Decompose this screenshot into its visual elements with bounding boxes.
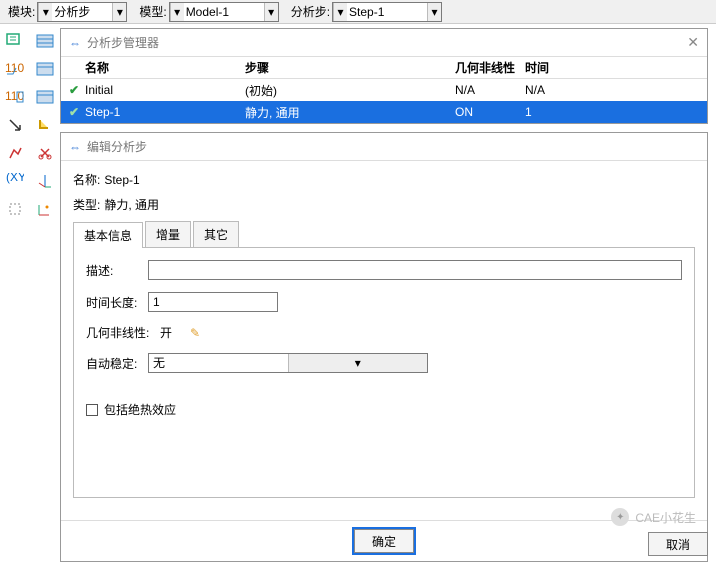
step-dropdown-label: 分析步:: [291, 3, 330, 20]
cell-step: (初始): [245, 82, 455, 99]
close-icon[interactable]: ✕: [687, 34, 699, 51]
table-row[interactable]: ✔ Initial (初始) N/A N/A: [61, 79, 707, 101]
top-toolbar: 模块: ▾ ▾ 模型: ▾ ▾ 分析步: ▾ ▾: [0, 0, 716, 24]
chevron-down-icon: ▾: [112, 3, 126, 21]
cell-step: 静力, 通用: [245, 104, 455, 121]
checkmark-icon: ✔: [69, 83, 85, 97]
type-value: 静力, 通用: [104, 196, 159, 213]
step-combo[interactable]: ▾ ▾: [332, 2, 442, 22]
dialog-icon: ⇔: [69, 36, 81, 50]
adiabatic-checkbox[interactable]: 包括绝热效应: [86, 401, 682, 418]
col-time: 时间: [525, 59, 585, 76]
autostab-dropdown[interactable]: 无 ▾: [148, 353, 428, 373]
col-name: 名称: [85, 59, 245, 76]
step-table: 名称 步骤 几何非线性 时间 ✔ Initial (初始) N/A N/A ✔ …: [61, 57, 707, 123]
chevron-down-icon: ▾: [288, 354, 428, 372]
tool-lshape-icon[interactable]: [33, 114, 57, 136]
svg-text:(XYZ): (XYZ): [6, 173, 24, 184]
tab-basic[interactable]: 基本信息: [73, 222, 143, 248]
tool-scissors-icon[interactable]: [33, 142, 57, 164]
tool-step-manager-icon[interactable]: [33, 30, 57, 52]
dialog-button-row: 确定: [61, 520, 707, 561]
chevron-down-icon: ▾: [427, 3, 441, 21]
tool-datum-axis-icon[interactable]: [33, 170, 57, 192]
tool-xyz-axes-icon[interactable]: (XYZ): [3, 170, 27, 192]
edit-step-titlebar: ⇔ 编辑分析步: [61, 133, 707, 161]
cell-nonlinear: ON: [455, 105, 525, 119]
cell-name: Step-1: [85, 105, 245, 119]
autostab-value: 无: [149, 354, 288, 372]
model-label: 模型:: [139, 3, 166, 20]
svg-text:11010: 11010: [5, 62, 25, 75]
main-area: ⇔ 分析步管理器 ✕ 名称 步骤 几何非线性 时间 ✔ Initial (初始)…: [60, 24, 716, 562]
model-value[interactable]: [184, 3, 264, 21]
tool-history-manager-icon[interactable]: [33, 86, 57, 108]
step-manager-titlebar: ⇔ 分析步管理器 ✕: [61, 29, 707, 57]
nlgeom-label: 几何非线性:: [86, 324, 160, 341]
dialog-icon: ⇔: [69, 140, 81, 154]
name-label: 名称:: [73, 171, 100, 188]
module-label: 模块:: [8, 3, 35, 20]
chevron-down-icon: ▾: [38, 3, 52, 21]
tab-increment[interactable]: 增量: [145, 221, 191, 247]
tool-column-right: [30, 24, 60, 562]
description-input[interactable]: [148, 260, 682, 280]
tab-pane-basic: 描述: 时间长度: 几何非线性: 开 ✎ 自动稳定:: [73, 248, 695, 498]
tool-wire-icon[interactable]: [3, 142, 27, 164]
module-combo[interactable]: ▾ ▾: [37, 2, 127, 22]
tab-other[interactable]: 其它: [193, 221, 239, 247]
tab-strip: 基本信息 增量 其它: [73, 221, 695, 248]
tool-column-left: 11010 11010 (XYZ): [0, 24, 30, 562]
col-step: 步骤: [245, 59, 455, 76]
table-header: 名称 步骤 几何非线性 时间: [61, 57, 707, 79]
checkbox-icon: [86, 404, 98, 416]
chevron-down-icon: ▾: [170, 3, 184, 21]
tool-history-output-icon[interactable]: 11010: [3, 86, 27, 108]
cell-nonlinear: N/A: [455, 83, 525, 97]
step-manager-dialog: ⇔ 分析步管理器 ✕ 名称 步骤 几何非线性 时间 ✔ Initial (初始)…: [60, 28, 708, 124]
table-row[interactable]: ✔ Step-1 静力, 通用 ON 1: [61, 101, 707, 123]
timelength-input[interactable]: [148, 292, 278, 312]
tool-datum-point-icon[interactable]: [33, 198, 57, 220]
cell-name: Initial: [85, 83, 245, 97]
col-nonlinear: 几何非线性: [455, 59, 525, 76]
tool-arrow-icon[interactable]: [3, 114, 27, 136]
cell-time: N/A: [525, 83, 585, 97]
tool-crop-icon[interactable]: [3, 198, 27, 220]
adiabatic-label: 包括绝热效应: [104, 401, 176, 418]
chevron-down-icon: ▾: [333, 3, 347, 21]
step-manager-title: 分析步管理器: [87, 34, 159, 51]
type-label: 类型:: [73, 196, 100, 213]
edit-step-title: 编辑分析步: [87, 138, 147, 155]
tool-field-output-icon[interactable]: 11010: [3, 58, 27, 80]
tool-create-step-icon[interactable]: [3, 30, 27, 52]
step-dropdown-value[interactable]: [347, 3, 427, 21]
name-value: Step-1: [104, 173, 139, 187]
edit-step-dialog: ⇔ 编辑分析步 名称: Step-1 类型: 静力, 通用 基本信息 增量 其它: [60, 132, 708, 562]
chevron-down-icon: ▾: [264, 3, 278, 21]
nlgeom-value: 开: [160, 324, 172, 341]
module-value[interactable]: [52, 3, 112, 21]
autostab-label: 自动稳定:: [86, 355, 148, 372]
pencil-icon[interactable]: ✎: [190, 326, 200, 340]
ok-button[interactable]: 确定: [354, 529, 414, 553]
model-combo[interactable]: ▾ ▾: [169, 2, 279, 22]
cell-time: 1: [525, 105, 585, 119]
checkmark-icon: ✔: [69, 105, 85, 119]
tool-field-manager-icon[interactable]: [33, 58, 57, 80]
timelength-label: 时间长度:: [86, 294, 148, 311]
cancel-button[interactable]: 取消: [648, 532, 708, 556]
description-label: 描述:: [86, 262, 148, 279]
